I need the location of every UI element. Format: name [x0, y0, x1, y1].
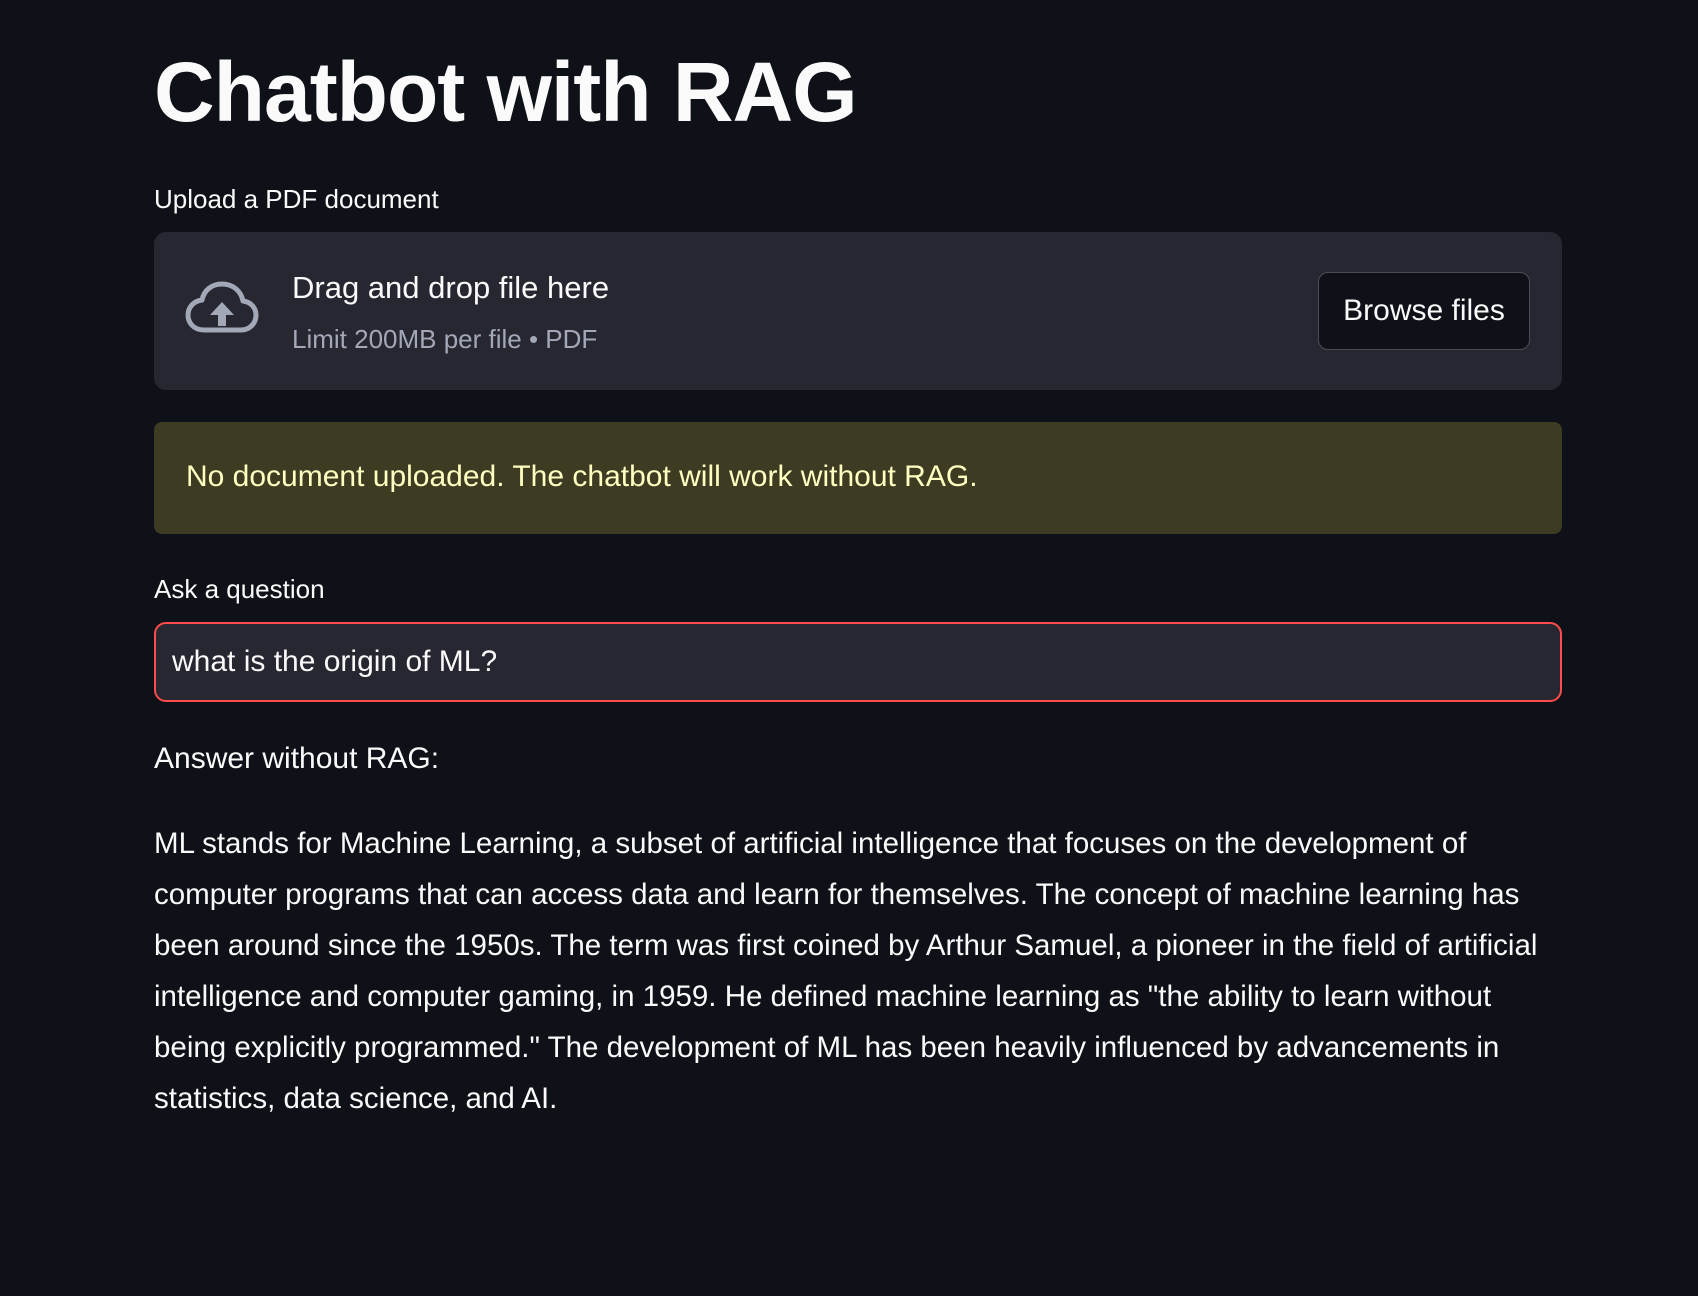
browse-files-button[interactable]: Browse files: [1318, 272, 1530, 350]
upload-label: Upload a PDF document: [154, 184, 439, 214]
page-title: Chatbot with RAG: [154, 45, 858, 139]
warning-text: No document uploaded. The chatbot will w…: [186, 460, 978, 493]
question-input[interactable]: [154, 622, 1562, 702]
cloud-upload-icon: [184, 280, 260, 340]
dropzone-instructions: Drag and drop file here: [292, 270, 610, 305]
file-dropzone[interactable]: Drag and drop file here Limit 200MB per …: [154, 232, 1562, 390]
dropzone-limit-text: Limit 200MB per file • PDF: [292, 324, 598, 354]
answer-heading: Answer without RAG:: [154, 742, 440, 775]
answer-text: ML stands for Machine Learning, a subset…: [154, 827, 1538, 1115]
question-label: Ask a question: [154, 574, 325, 604]
warning-alert: No document uploaded. The chatbot will w…: [154, 422, 1562, 534]
